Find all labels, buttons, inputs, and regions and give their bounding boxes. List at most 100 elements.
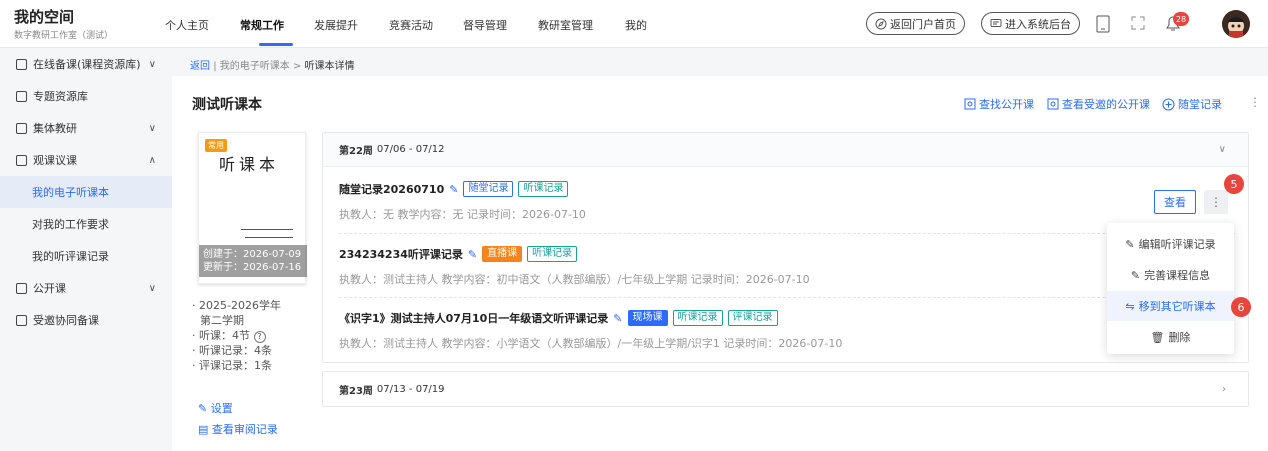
invited-public-class-link[interactable]: 查看受邀的公开课 bbox=[1047, 96, 1150, 112]
nav-competition[interactable]: 竞赛活动 bbox=[389, 17, 433, 33]
menu-move-to-other-notebook[interactable]: ⇋ 移到其它听课本 bbox=[1107, 291, 1234, 321]
help-icon[interactable]: ? bbox=[253, 330, 266, 343]
sidebar-item-invited-prep[interactable]: 受邀协同备课 bbox=[0, 304, 172, 336]
sidebar-item-online-prep[interactable]: 在线备课(课程资源库) ∨ bbox=[0, 48, 172, 80]
nav-routine-work[interactable]: 常规工作 bbox=[240, 17, 284, 33]
chevron-down-icon: ∨ bbox=[1218, 144, 1226, 155]
admin-entry-button[interactable]: 进入系统后台 bbox=[981, 12, 1080, 35]
chevron-down-icon: ∨ bbox=[148, 282, 156, 294]
record-title[interactable]: 234234234听评课记录 bbox=[339, 246, 463, 262]
audit-records-link[interactable]: ▤ 查看审阅记录 bbox=[198, 421, 278, 437]
settings-label: 设置 bbox=[210, 402, 233, 415]
list-icon bbox=[16, 122, 27, 134]
week-header[interactable]: 第22周 07/06 - 07/12 ∨ bbox=[323, 133, 1248, 167]
mobile-icon[interactable] bbox=[1096, 15, 1110, 33]
portal-home-button[interactable]: 返回门户首页 bbox=[866, 12, 965, 35]
sidebar-item-label: 观课议课 bbox=[33, 154, 77, 167]
avatar[interactable] bbox=[1222, 10, 1250, 38]
sidebar-item-work-requirements[interactable]: 对我的工作要求 bbox=[0, 208, 172, 240]
menu-edit-review[interactable]: ✎ 编辑听评课记录 bbox=[1107, 229, 1234, 259]
tag-in-class: 随堂记录 bbox=[463, 181, 514, 197]
notebook-stats: · 2025-2026学年 第二学期 · 听课：4节 ? · 听课记录：4条 ·… bbox=[192, 298, 281, 373]
record-meta: 执教人：测试主持人 教学内容：初中语文（人教部编版）/七年级上学期 记录时间：2… bbox=[339, 273, 810, 286]
nav-office-admin[interactable]: 教研室管理 bbox=[538, 17, 593, 33]
week-header[interactable]: 第23周 07/13 - 07/19 › bbox=[323, 372, 1248, 406]
sidebar-item-public-class[interactable]: 公开课 ∨ bbox=[0, 272, 172, 304]
tag-live: 直播课 bbox=[482, 246, 523, 262]
nav-development[interactable]: 发展提升 bbox=[314, 17, 358, 33]
edit-icon[interactable]: ✎ bbox=[613, 312, 622, 325]
nav-supervision[interactable]: 督导管理 bbox=[463, 17, 507, 33]
back-link[interactable]: 返回 bbox=[190, 61, 210, 72]
compass-icon bbox=[875, 18, 887, 30]
week-label: 第22周 bbox=[339, 146, 373, 157]
cover-meta: 创建于：2026-07-09 更新于：2026-07-16 bbox=[199, 245, 307, 277]
week-range: 07/06 - 07/12 bbox=[376, 144, 445, 155]
brand-title[interactable]: 我的空间 bbox=[14, 6, 74, 27]
record-title[interactable]: 随堂记录20260710 bbox=[339, 181, 444, 197]
more-vertical-icon[interactable]: ⋮ bbox=[1249, 95, 1261, 109]
week-panel: 第23周 07/13 - 07/19 › bbox=[322, 371, 1249, 407]
menu-complete-course-info[interactable]: ✎ 完善课程信息 bbox=[1107, 260, 1234, 290]
cover-line bbox=[245, 237, 293, 238]
tag-listening: 听课记录 bbox=[518, 181, 569, 197]
page-title: 测试听课本 bbox=[192, 97, 262, 113]
record-item: 234234234听评课记录 ✎ 直播课 听课记录 执教人：测试主持人 教学内容… bbox=[339, 246, 810, 287]
edit-icon[interactable]: ✎ bbox=[449, 183, 458, 196]
folder-icon bbox=[16, 90, 27, 102]
find-public-class-link[interactable]: 查找公开课 bbox=[964, 96, 1034, 112]
row-more-button[interactable]: ⋮ bbox=[1204, 190, 1228, 214]
nav-active-indicator bbox=[259, 43, 293, 46]
sidebar-item-observation[interactable]: 观课议课 ∧ bbox=[0, 144, 172, 176]
notebook-cover[interactable]: 常用 听课本 创建于：2026-07-09 更新于：2026-07-16 bbox=[198, 132, 307, 284]
add-record-label: 随堂记录 bbox=[1178, 98, 1222, 111]
sidebar-item-label: 我的听评课记录 bbox=[32, 250, 109, 263]
review-count: · 评课记录：1条 bbox=[192, 359, 272, 372]
breadcrumb-arrow: > bbox=[292, 61, 302, 72]
sidebar-item-label: 公开课 bbox=[33, 282, 66, 295]
breadcrumb-current: 听课本详情 bbox=[304, 61, 355, 72]
people-icon bbox=[16, 314, 27, 326]
tag-listening: 听课记录 bbox=[527, 246, 578, 262]
edit-icon: ✎ bbox=[1130, 268, 1141, 282]
view-button[interactable]: 查看 bbox=[1154, 190, 1196, 214]
add-record-link[interactable]: 随堂记录 bbox=[1162, 96, 1222, 112]
search-doc-icon bbox=[1047, 98, 1059, 110]
move-icon: ⇋ bbox=[1125, 299, 1135, 313]
record-title[interactable]: 《识字1》测试主持人07月10日一年级语文听评课记录 bbox=[339, 310, 608, 326]
breadcrumb-separator: | bbox=[213, 61, 217, 72]
step-marker: 5 bbox=[1224, 174, 1244, 194]
record-meta: 执教人：无 教学内容：无 记录时间：2026-07-10 bbox=[339, 208, 586, 221]
term-year: · 2025-2026学年 bbox=[192, 299, 281, 312]
portal-home-label: 返回门户首页 bbox=[890, 17, 956, 31]
nav-home[interactable]: 个人主页 bbox=[165, 17, 209, 33]
nav-mine[interactable]: 我的 bbox=[625, 17, 647, 33]
term-semester: 第二学期 bbox=[200, 314, 244, 327]
document-icon bbox=[16, 58, 27, 70]
record-count: · 听课记录：4条 bbox=[192, 344, 272, 357]
sidebar-item-collective-research[interactable]: 集体教研 ∨ bbox=[0, 112, 172, 144]
search-doc-icon bbox=[964, 98, 976, 110]
sidebar-item-my-notebook[interactable]: 我的电子听课本 bbox=[0, 176, 172, 208]
find-public-class-label: 查找公开课 bbox=[979, 98, 1034, 111]
settings-link[interactable]: ✎ 设置 bbox=[198, 400, 233, 416]
lesson-count-row: · 听课：4节 ? bbox=[192, 328, 281, 343]
edit-icon[interactable]: ✎ bbox=[468, 248, 477, 261]
sidebar-item-label: 对我的工作要求 bbox=[32, 218, 109, 231]
main-content: 返回 | 我的电子听课本 > 听课本详情 测试听课本 查找公开课 查看受邀的公开… bbox=[172, 48, 1268, 451]
breadcrumb-my-notebook[interactable]: 我的电子听课本 bbox=[220, 61, 290, 72]
sidebar-item-my-reviews[interactable]: 我的听评课记录 bbox=[0, 240, 172, 272]
step-marker: 6 bbox=[1231, 297, 1251, 317]
record-item: 随堂记录20260710 ✎ 随堂记录 听课记录 执教人：无 教学内容：无 记录… bbox=[339, 181, 586, 222]
sidebar-item-topic-resources[interactable]: 专题资源库 bbox=[0, 80, 172, 112]
chevron-right-icon: › bbox=[1222, 383, 1226, 395]
menu-label: 编辑听评课记录 bbox=[1138, 238, 1216, 251]
screen-icon bbox=[16, 282, 27, 294]
edit-icon: ✎ bbox=[1125, 237, 1135, 251]
sidebar-item-label: 我的电子听课本 bbox=[32, 186, 109, 199]
fullscreen-icon[interactable] bbox=[1130, 15, 1146, 31]
menu-delete[interactable]: 🗑 删除 bbox=[1107, 322, 1234, 352]
invited-public-class-label: 查看受邀的公开课 bbox=[1062, 98, 1150, 111]
updated-date: 更新于：2026-07-16 bbox=[203, 262, 302, 273]
audit-records-label: 查看审阅记录 bbox=[211, 423, 278, 436]
